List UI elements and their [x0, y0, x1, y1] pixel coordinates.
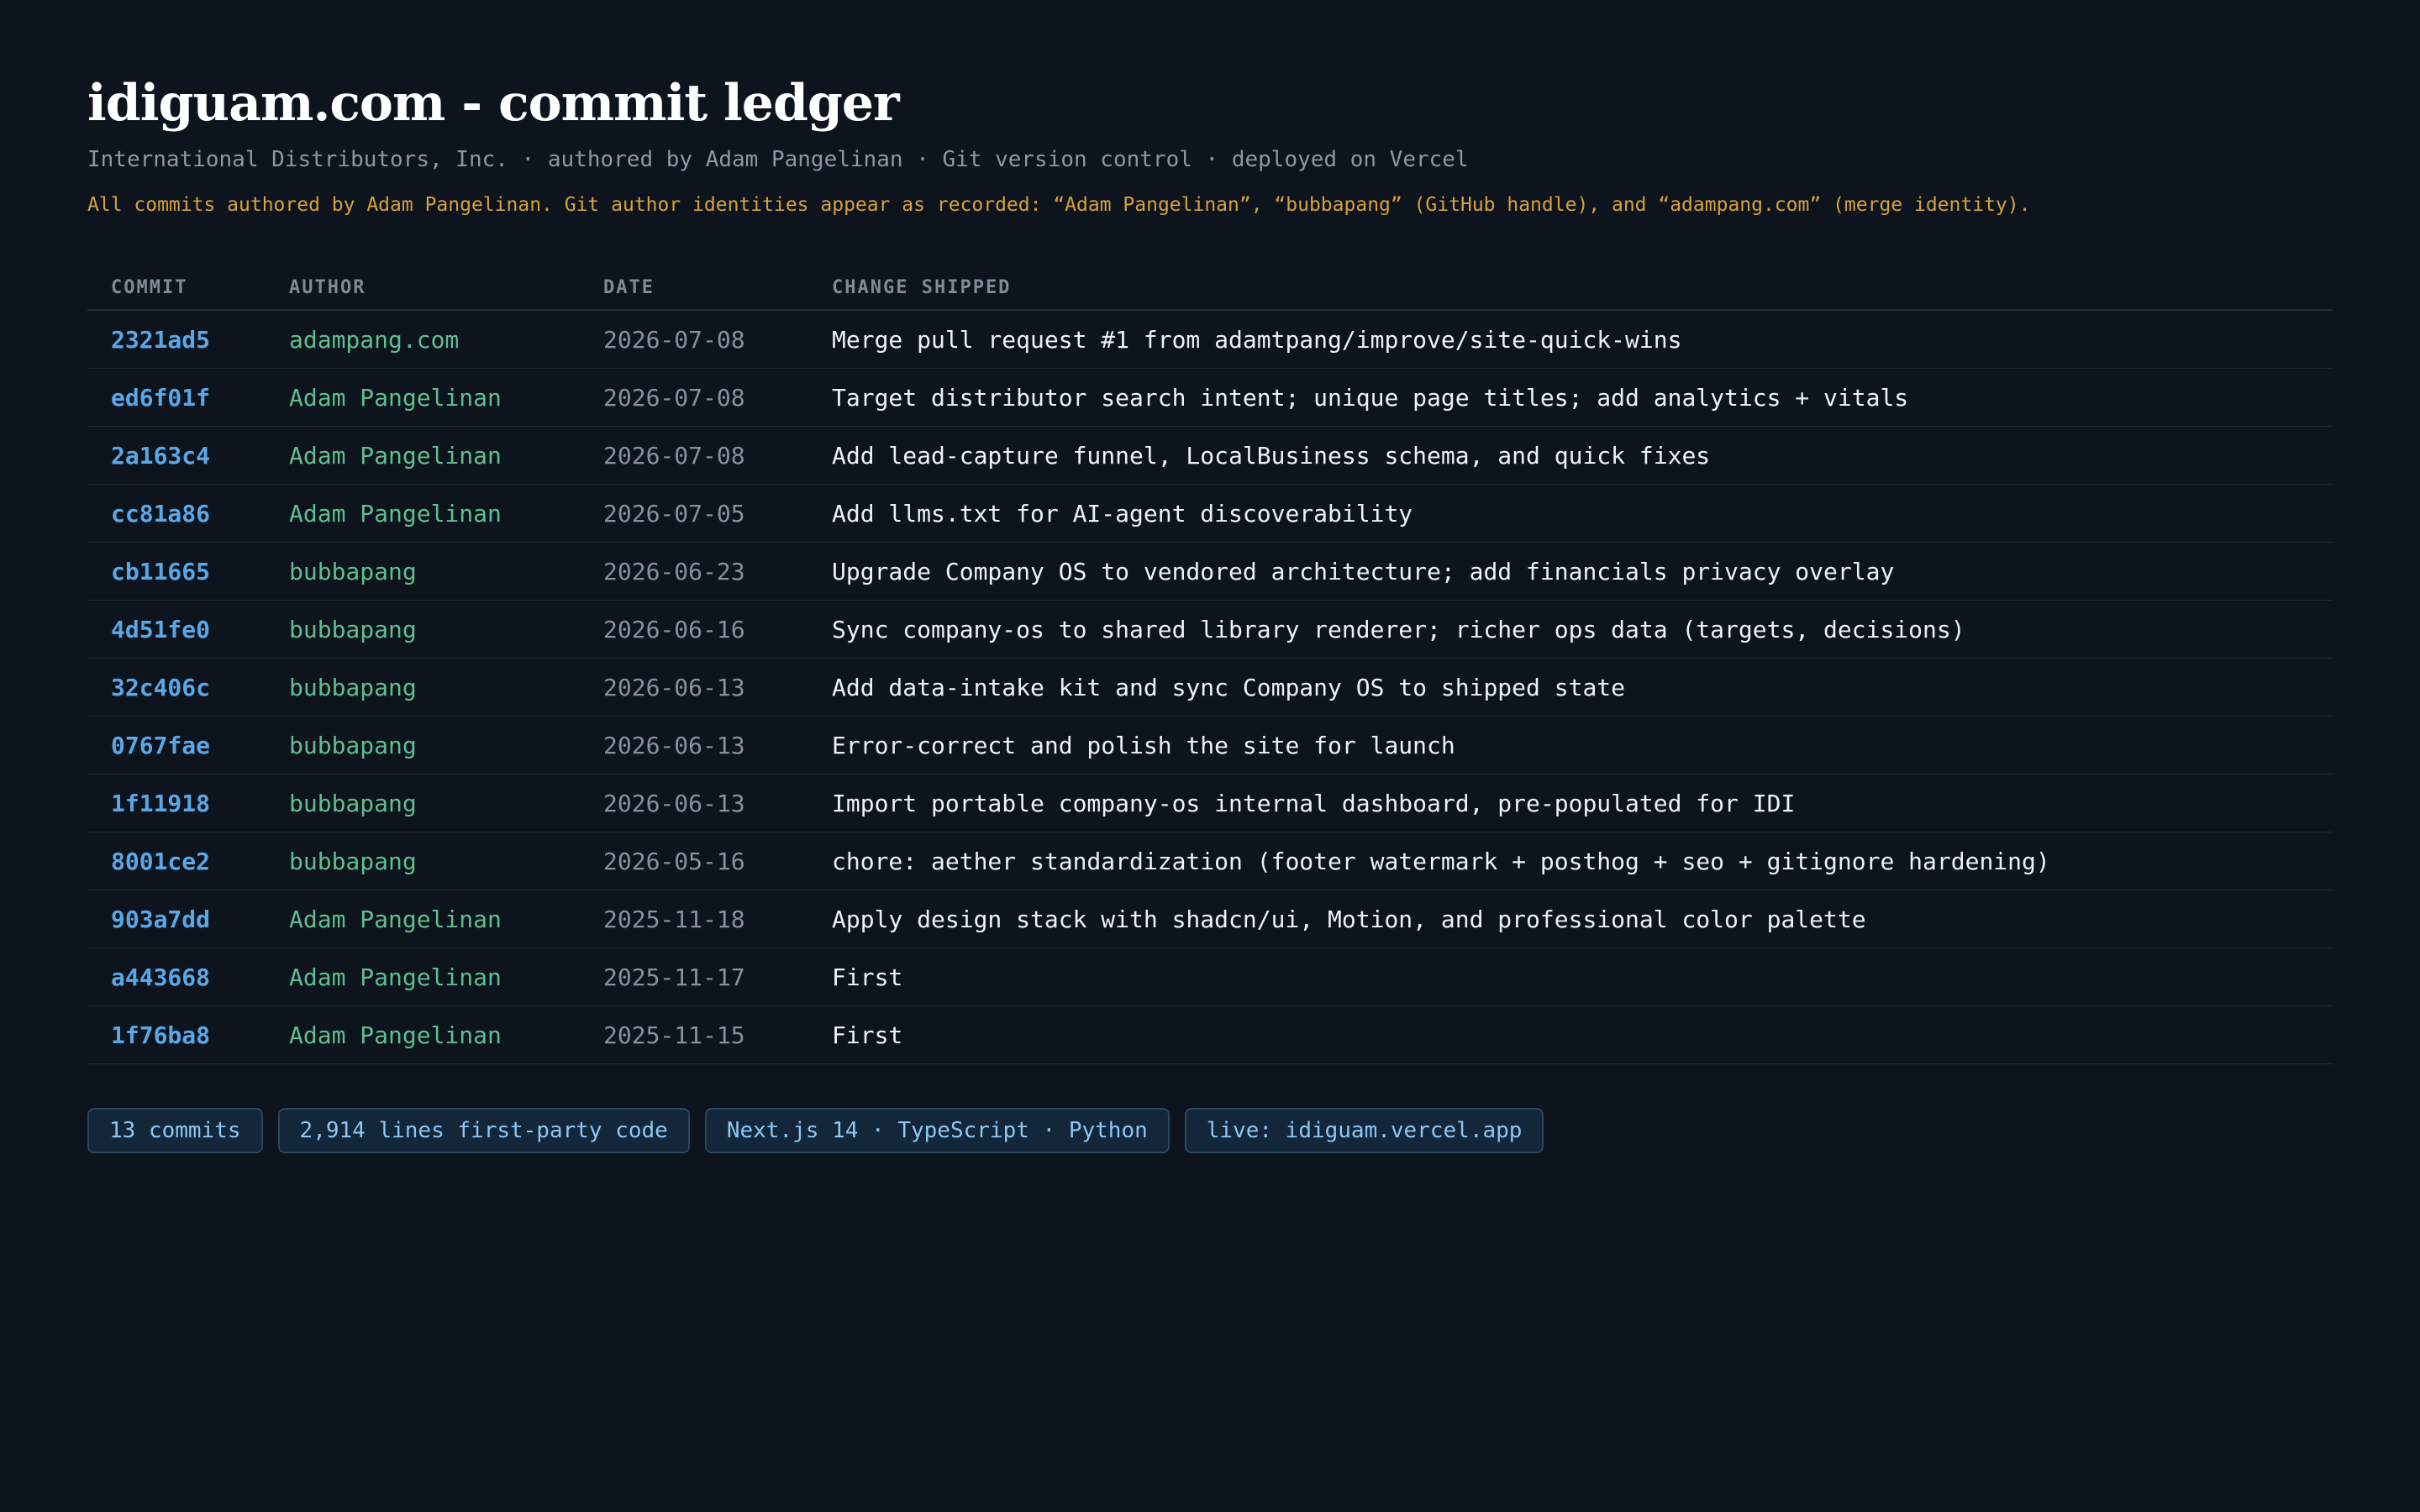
- table-row: 2321ad5 adampang.com 2026-07-08 Merge pu…: [87, 310, 2333, 369]
- commit-date: 2025-11-18: [580, 890, 808, 948]
- commit-author: Adam Pangelinan: [266, 484, 580, 543]
- live-url-link[interactable]: live: idiguam.vercel.app: [1184, 1108, 1544, 1153]
- summary-badges: 13 commits 2,914 lines first-party code …: [87, 1108, 2333, 1153]
- table-row: 32c406c bubbapang 2026-06-13 Add data-in…: [87, 658, 2333, 717]
- commit-date: 2025-11-15: [580, 1005, 808, 1064]
- table-row: cc81a86 Adam Pangelinan 2026-07-05 Add l…: [87, 484, 2333, 543]
- commit-date: 2026-07-08: [580, 368, 808, 427]
- table-row: 1f76ba8 Adam Pangelinan 2025-11-15 First: [87, 1005, 2333, 1064]
- commit-author: Adam Pangelinan: [266, 426, 580, 485]
- table-header-row: COMMIT AUTHOR DATE CHANGE SHIPPED: [87, 265, 2333, 311]
- commit-author: bubbapang: [266, 774, 580, 832]
- commit-author: Adam Pangelinan: [266, 948, 580, 1006]
- commit-author: bubbapang: [266, 658, 580, 717]
- commit-date: 2026-06-23: [580, 542, 808, 601]
- commit-message: Import portable company-os internal dash…: [808, 774, 2333, 832]
- commit-table: COMMIT AUTHOR DATE CHANGE SHIPPED 2321ad…: [87, 265, 2333, 1064]
- lines-of-code-badge: 2,914 lines first-party code: [277, 1108, 690, 1153]
- commit-author: Adam Pangelinan: [266, 368, 580, 427]
- commit-hash-link[interactable]: 2a163c4: [87, 426, 266, 485]
- commit-message: First: [808, 1005, 2333, 1064]
- commit-message: Sync company-os to shared library render…: [808, 600, 2333, 659]
- commit-date: 2026-07-08: [580, 310, 808, 369]
- author-identity-note: All commits authored by Adam Pangelinan.…: [87, 194, 2031, 216]
- commit-author: adampang.com: [266, 310, 580, 369]
- commit-count-badge: 13 commits: [87, 1108, 263, 1153]
- commit-message: Error-correct and polish the site for la…: [808, 716, 2333, 774]
- commit-hash-link[interactable]: 2321ad5: [87, 310, 266, 369]
- column-header-author: AUTHOR: [266, 265, 580, 311]
- commit-date: 2026-06-13: [580, 658, 808, 717]
- commit-message: Upgrade Company OS to vendored architect…: [808, 542, 2333, 601]
- commit-hash-link[interactable]: cb11665: [87, 542, 266, 601]
- commit-author: bubbapang: [266, 716, 580, 774]
- column-header-change-shipped: CHANGE SHIPPED: [808, 265, 2333, 311]
- commit-ledger-page: idiguam.com - commit ledger Internationa…: [0, 0, 2420, 1512]
- tech-stack-badge: Next.js 14 · TypeScript · Python: [704, 1108, 1170, 1153]
- commit-author: bubbapang: [266, 600, 580, 659]
- commit-hash-link[interactable]: a443668: [87, 948, 266, 1006]
- commit-message: Apply design stack with shadcn/ui, Motio…: [808, 890, 2333, 948]
- commit-message: First: [808, 948, 2333, 1006]
- column-header-commit: COMMIT: [87, 265, 266, 311]
- commit-message: Add llms.txt for AI-agent discoverabilit…: [808, 484, 2333, 543]
- commit-message: chore: aether standardization (footer wa…: [808, 832, 2333, 890]
- commit-hash-link[interactable]: ed6f01f: [87, 368, 266, 427]
- table-row: 4d51fe0 bubbapang 2026-06-16 Sync compan…: [87, 600, 2333, 659]
- commit-message: Add lead-capture funnel, LocalBusiness s…: [808, 426, 2333, 485]
- commit-message: Target distributor search intent; unique…: [808, 368, 2333, 427]
- page-title: idiguam.com - commit ledger: [87, 74, 900, 133]
- table-row: 903a7dd Adam Pangelinan 2025-11-18 Apply…: [87, 890, 2333, 948]
- commit-date: 2026-05-16: [580, 832, 808, 890]
- commit-date: 2025-11-17: [580, 948, 808, 1006]
- commit-hash-link[interactable]: 0767fae: [87, 716, 266, 774]
- column-header-date: DATE: [580, 265, 808, 311]
- commit-date: 2026-07-05: [580, 484, 808, 543]
- table-row: 1f11918 bubbapang 2026-06-13 Import port…: [87, 774, 2333, 832]
- table-row: a443668 Adam Pangelinan 2025-11-17 First: [87, 948, 2333, 1006]
- commit-message: Merge pull request #1 from adamtpang/imp…: [808, 310, 2333, 369]
- commit-hash-link[interactable]: 1f11918: [87, 774, 266, 832]
- table-row: cb11665 bubbapang 2026-06-23 Upgrade Com…: [87, 542, 2333, 601]
- commit-author: bubbapang: [266, 832, 580, 890]
- table-row: 8001ce2 bubbapang 2026-05-16 chore: aeth…: [87, 832, 2333, 890]
- commit-hash-link[interactable]: 32c406c: [87, 658, 266, 717]
- commit-hash-link[interactable]: 1f76ba8: [87, 1005, 266, 1064]
- commit-hash-link[interactable]: cc81a86: [87, 484, 266, 543]
- commit-author: Adam Pangelinan: [266, 890, 580, 948]
- page-subtitle: International Distributors, Inc. · autho…: [87, 147, 1469, 172]
- commit-date: 2026-06-16: [580, 600, 808, 659]
- commit-author: bubbapang: [266, 542, 580, 601]
- commit-date: 2026-07-08: [580, 426, 808, 485]
- commit-date: 2026-06-13: [580, 716, 808, 774]
- table-row: 0767fae bubbapang 2026-06-13 Error-corre…: [87, 716, 2333, 774]
- table-row: 2a163c4 Adam Pangelinan 2026-07-08 Add l…: [87, 426, 2333, 485]
- commit-message: Add data-intake kit and sync Company OS …: [808, 658, 2333, 717]
- commit-hash-link[interactable]: 903a7dd: [87, 890, 266, 948]
- commit-author: Adam Pangelinan: [266, 1005, 580, 1064]
- commit-hash-link[interactable]: 8001ce2: [87, 832, 266, 890]
- commit-hash-link[interactable]: 4d51fe0: [87, 600, 266, 659]
- commit-date: 2026-06-13: [580, 774, 808, 832]
- table-row: ed6f01f Adam Pangelinan 2026-07-08 Targe…: [87, 368, 2333, 427]
